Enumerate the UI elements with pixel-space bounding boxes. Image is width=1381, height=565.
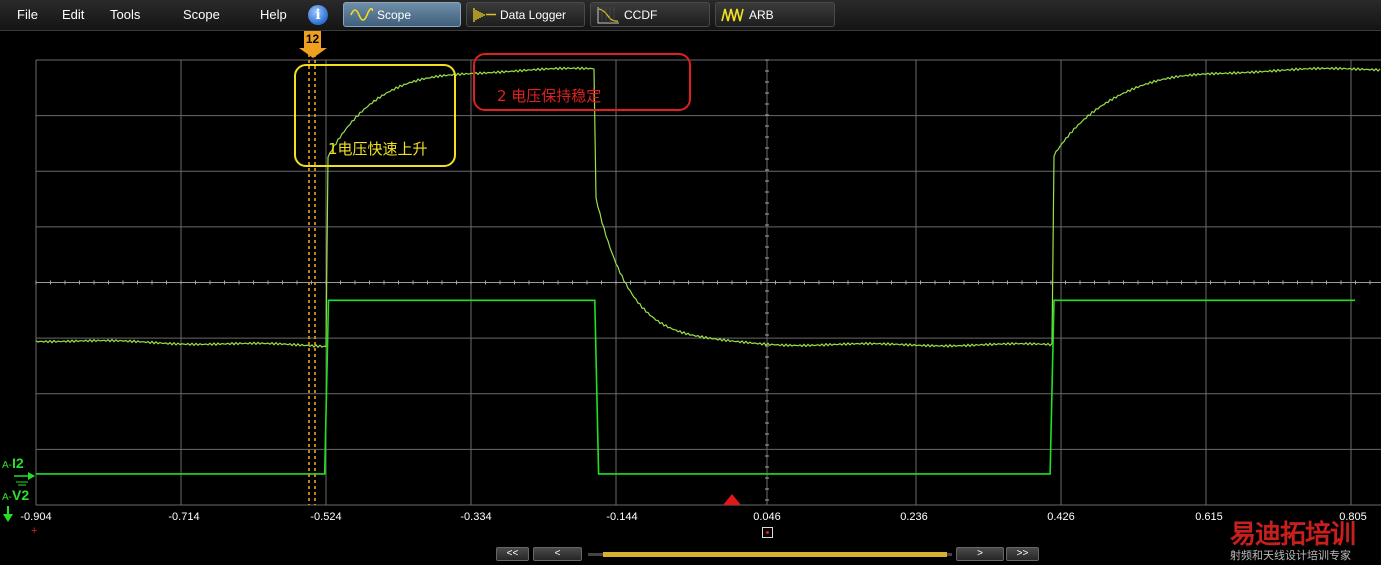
x-tick-label: -0.144 xyxy=(606,511,638,523)
x-tick-label: -0.334 xyxy=(460,511,492,523)
x-tick-label: 0.615 xyxy=(1195,511,1223,523)
marker-arrow-icon xyxy=(299,48,327,58)
plot-grid xyxy=(35,59,1381,506)
x-tick-label: 0.236 xyxy=(900,511,928,523)
watermark-subtitle: 射频和天线设计培训专家 xyxy=(1230,549,1351,562)
scroll-prev-button[interactable]: < xyxy=(533,547,582,561)
plot-traces: + xyxy=(3,48,1381,537)
i2-level-arrow-icon xyxy=(28,472,35,480)
annotation-rise-text: 1电压快速上升 xyxy=(328,140,428,158)
x-tick-label: 0.046 xyxy=(753,511,781,523)
v2-down-arrow-icon xyxy=(3,514,13,522)
watermark-title: 易迪拓培训 xyxy=(1230,520,1356,550)
scroll-thumb[interactable] xyxy=(603,552,947,557)
axis-origin-marker: + xyxy=(31,525,37,537)
x-tick-label: -0.714 xyxy=(168,511,200,523)
x-tick-label: -0.524 xyxy=(310,511,342,523)
annotation-hold-text: 2 电压保持稳定 xyxy=(497,87,602,105)
scroll-last-button[interactable]: >> xyxy=(1006,547,1039,561)
watermark-logo: 易迪拓培训 射频和天线设计培训专家 xyxy=(1228,514,1381,565)
channel-v2-label[interactable]: A-V2 xyxy=(2,487,29,503)
marker-label[interactable]: 12 xyxy=(304,31,321,48)
i2-trace xyxy=(36,299,1355,475)
trigger-marker-icon xyxy=(723,494,741,505)
scroll-next-button[interactable]: > xyxy=(956,547,1004,561)
channel-i2-label[interactable]: A-I2 xyxy=(2,455,24,471)
x-tick-label: -0.904 xyxy=(20,511,52,523)
v2-trace xyxy=(35,66,1381,349)
scroll-first-button[interactable]: << xyxy=(496,547,529,561)
x-tick-label: 0.426 xyxy=(1047,511,1075,523)
cursor-indicator[interactable] xyxy=(762,527,773,538)
cursor-dot xyxy=(766,531,769,534)
